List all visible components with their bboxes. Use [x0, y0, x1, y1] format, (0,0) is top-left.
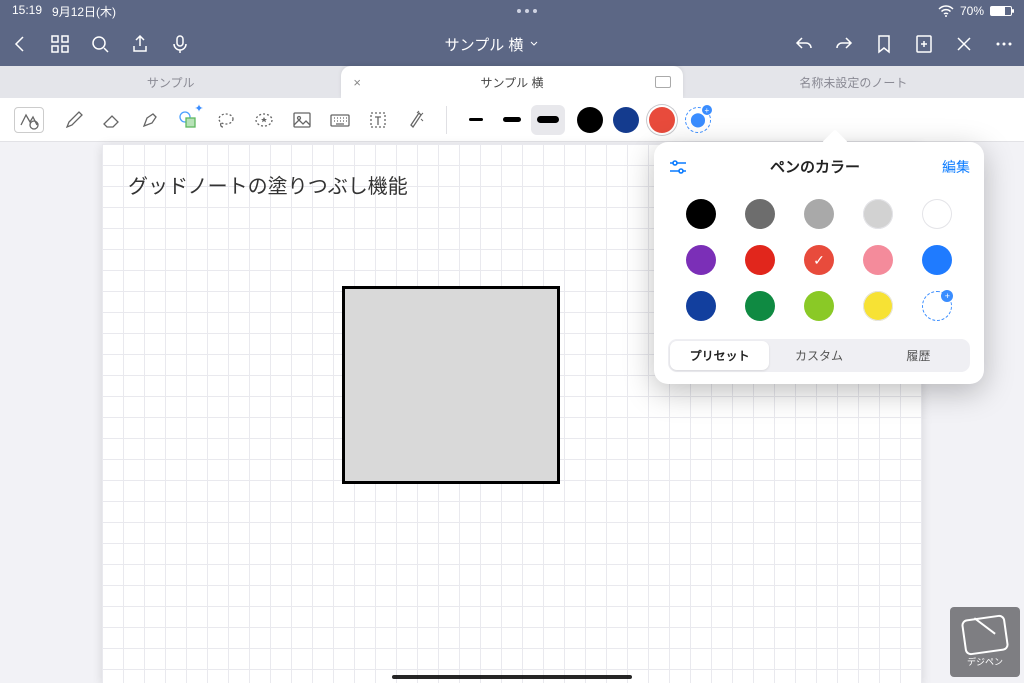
grid-color[interactable]: [863, 291, 893, 321]
drawn-square[interactable]: [342, 286, 560, 484]
tab-bar: サンプル × サンプル 横 名称未設定のノート: [0, 66, 1024, 98]
redo-icon[interactable]: [834, 34, 854, 54]
tab-untitled[interactable]: 名称未設定のノート: [683, 66, 1024, 98]
text-tool[interactable]: [360, 102, 396, 138]
add-page-icon[interactable]: [914, 34, 934, 54]
status-bar: 15:19 9月12日(木) 70%: [0, 0, 1024, 22]
stroke-thin[interactable]: [459, 105, 493, 135]
stroke-thick[interactable]: [531, 105, 565, 135]
grid-color[interactable]: [686, 245, 716, 275]
grid-color[interactable]: [686, 291, 716, 321]
drawing-toolbar: ✦ ⬤+: [0, 98, 1024, 142]
keyboard-tool[interactable]: [322, 102, 358, 138]
toolbar-divider: [446, 106, 447, 134]
color-navy[interactable]: [613, 107, 639, 133]
color-red[interactable]: [649, 107, 675, 133]
chevron-down-icon: [529, 39, 539, 49]
grid-color[interactable]: [804, 199, 834, 229]
eraser-tool[interactable]: [94, 102, 130, 138]
highlighter-tool[interactable]: [132, 102, 168, 138]
tablet-pen-icon: [961, 614, 1010, 656]
microphone-icon[interactable]: [170, 34, 190, 54]
grid-color[interactable]: [745, 291, 775, 321]
undo-icon[interactable]: [794, 34, 814, 54]
nav-bar: サンプル 横: [0, 22, 1024, 66]
battery-icon: [990, 6, 1012, 16]
lasso-tool[interactable]: [208, 102, 244, 138]
grid-color[interactable]: [745, 245, 775, 275]
back-icon[interactable]: [10, 34, 30, 54]
color-black[interactable]: [577, 107, 603, 133]
tab-sample[interactable]: サンプル: [0, 66, 341, 98]
status-date: 9月12日(木): [52, 3, 116, 20]
edit-button[interactable]: 編集: [942, 157, 970, 177]
pen-tool[interactable]: [56, 102, 92, 138]
status-time: 15:19: [12, 3, 42, 20]
close-icon[interactable]: [954, 34, 974, 54]
grid-color[interactable]: [863, 199, 893, 229]
page-handwriting-text: グッドノートの塗りつぶし機能: [128, 170, 408, 199]
bookmark-icon[interactable]: [874, 34, 894, 54]
color-grid: ✓+: [668, 191, 970, 339]
share-icon[interactable]: [130, 34, 150, 54]
grid-color[interactable]: [922, 199, 952, 229]
tab-sample-wide[interactable]: × サンプル 横: [341, 66, 682, 98]
battery-pct: 70%: [960, 4, 984, 18]
doc-title[interactable]: サンプル 横: [190, 34, 794, 55]
shape-tool[interactable]: ✦: [170, 102, 206, 138]
watermark-badge: デジペン: [950, 607, 1020, 677]
add-color-button[interactable]: ⬤+: [685, 107, 711, 133]
grid-color[interactable]: ✓: [804, 245, 834, 275]
grid-icon[interactable]: [50, 34, 70, 54]
laser-tool[interactable]: [398, 102, 434, 138]
grid-color[interactable]: [804, 291, 834, 321]
multitask-dots[interactable]: [116, 9, 938, 13]
tab-thumbnail-icon[interactable]: [655, 76, 671, 88]
grid-add-color[interactable]: +: [922, 291, 952, 321]
seg-custom[interactable]: カスタム: [769, 341, 868, 370]
image-tool[interactable]: [284, 102, 320, 138]
zoom-tool[interactable]: [14, 107, 44, 133]
color-tabs: プリセット カスタム 履歴: [668, 339, 970, 372]
color-popover: ペンのカラー 編集 ✓+ プリセット カスタム 履歴: [654, 142, 984, 384]
home-indicator[interactable]: [392, 675, 632, 679]
grid-color[interactable]: [863, 245, 893, 275]
stroke-medium[interactable]: [495, 105, 529, 135]
tab-close-icon[interactable]: ×: [353, 75, 361, 90]
grid-color[interactable]: [686, 199, 716, 229]
seg-preset[interactable]: プリセット: [670, 341, 769, 370]
search-icon[interactable]: [90, 34, 110, 54]
sliders-icon[interactable]: [668, 159, 688, 175]
wifi-icon: [938, 5, 954, 17]
favorites-tool[interactable]: [246, 102, 282, 138]
grid-color[interactable]: [745, 199, 775, 229]
more-icon[interactable]: [994, 34, 1014, 54]
grid-color[interactable]: [922, 245, 952, 275]
popover-title: ペンのカラー: [688, 156, 942, 177]
seg-history[interactable]: 履歴: [869, 341, 968, 370]
